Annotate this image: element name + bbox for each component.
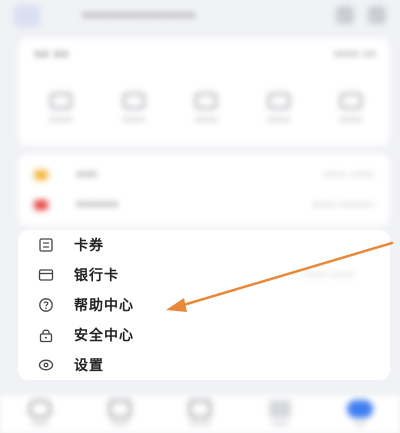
menu-item-label: 帮助中心: [74, 298, 134, 314]
card-icon: [50, 93, 72, 109]
assets-right-text[interactable]: •••• ••: [334, 48, 376, 63]
promo-card: ••• •••• •••• •••••• •••• ••••••: [18, 154, 390, 226]
menu-item-label: 卡券: [74, 238, 104, 254]
tab-life[interactable]: ••••: [164, 395, 236, 430]
life-icon: [189, 400, 211, 418]
menu-item-settings[interactable]: 设置: [18, 350, 390, 380]
more-icon: [340, 93, 362, 109]
tab-label: •••: [112, 420, 128, 430]
quick-action[interactable]: ••••: [28, 93, 94, 126]
settings-icon[interactable]: [368, 6, 386, 24]
lock-icon: [39, 329, 53, 343]
menu-item-help-center[interactable]: 帮助中心: [18, 290, 390, 320]
wealth-icon: [109, 400, 131, 418]
bill-icon: [267, 93, 290, 109]
me-icon: [347, 400, 373, 418]
tab-discover[interactable]: •••: [244, 395, 316, 430]
menu-item-coupons[interactable]: 卡券: [18, 230, 390, 260]
top-bar-actions: [336, 6, 386, 24]
menu-item-security-center[interactable]: 安全中心: [18, 320, 390, 350]
tab-wealth[interactable]: •••: [84, 395, 156, 430]
assets-summary-row: •• •• •••• ••: [34, 48, 376, 63]
coupon-icon: [195, 93, 217, 109]
quick-action-label: ••••: [339, 115, 363, 126]
promo-row[interactable]: ••• •••• ••••: [34, 164, 374, 186]
promo-row[interactable]: •••••• •••• ••••••: [34, 194, 374, 216]
quick-action-label: ••••: [121, 115, 146, 126]
promo-dot-icon: [34, 170, 48, 180]
discover-icon: [269, 400, 291, 418]
assets-left-text: •• ••: [34, 48, 69, 63]
promo-right-text: •••• ••••••: [311, 199, 374, 211]
bottom-tab-bar: ••• ••• •••• ••• ••: [0, 394, 400, 433]
menu-item-bank-card[interactable]: 银行卡 •••• ••••: [18, 260, 390, 290]
coupon-icon: [39, 238, 53, 252]
menu-item-label: 安全中心: [74, 328, 134, 344]
menu-item-label: 设置: [74, 358, 104, 374]
top-bar: ••••••••••••••••: [0, 0, 400, 32]
help-icon: [39, 298, 53, 312]
tab-home[interactable]: •••: [4, 395, 76, 430]
promo-dot-icon: [34, 200, 48, 210]
quick-action[interactable]: ••••: [246, 93, 312, 126]
scan-icon[interactable]: [336, 6, 354, 24]
bank-card-icon: [38, 269, 54, 281]
quick-action[interactable]: ••••: [101, 93, 167, 126]
quick-action-label: ••••: [266, 115, 291, 126]
tab-label: •••: [272, 420, 288, 430]
home-icon: [29, 400, 51, 418]
quick-actions: •••• •••• •••• •••• ••••: [28, 93, 384, 126]
quick-action-label: ••••: [194, 115, 218, 126]
menu-card: 卡券 银行卡 •••• •••• 帮助中心 安全中心 设置: [18, 230, 390, 380]
tab-label: ••: [354, 420, 366, 430]
wallet-icon: [122, 93, 145, 109]
promo-right-text: •••• ••••: [323, 169, 374, 181]
quick-action[interactable]: ••••: [173, 93, 239, 126]
tab-label: •••: [32, 420, 48, 430]
menu-item-right-text: •••• ••••: [303, 269, 354, 281]
promo-label: ••••••: [76, 198, 119, 212]
promo-label: •••: [76, 168, 98, 182]
tab-label: ••••: [189, 420, 211, 430]
menu-item-label: 银行卡: [74, 268, 119, 284]
app-logo-icon[interactable]: [14, 5, 40, 27]
tab-me[interactable]: ••: [324, 395, 396, 430]
assets-card[interactable]: •• •• •••• •• •••• •••• •••• •••• ••••: [18, 38, 390, 146]
quick-action-label: ••••: [49, 115, 73, 126]
settings-icon: [38, 359, 54, 371]
quick-action[interactable]: ••••: [318, 93, 384, 126]
top-bar-title: ••••••••••••••••: [82, 9, 196, 23]
